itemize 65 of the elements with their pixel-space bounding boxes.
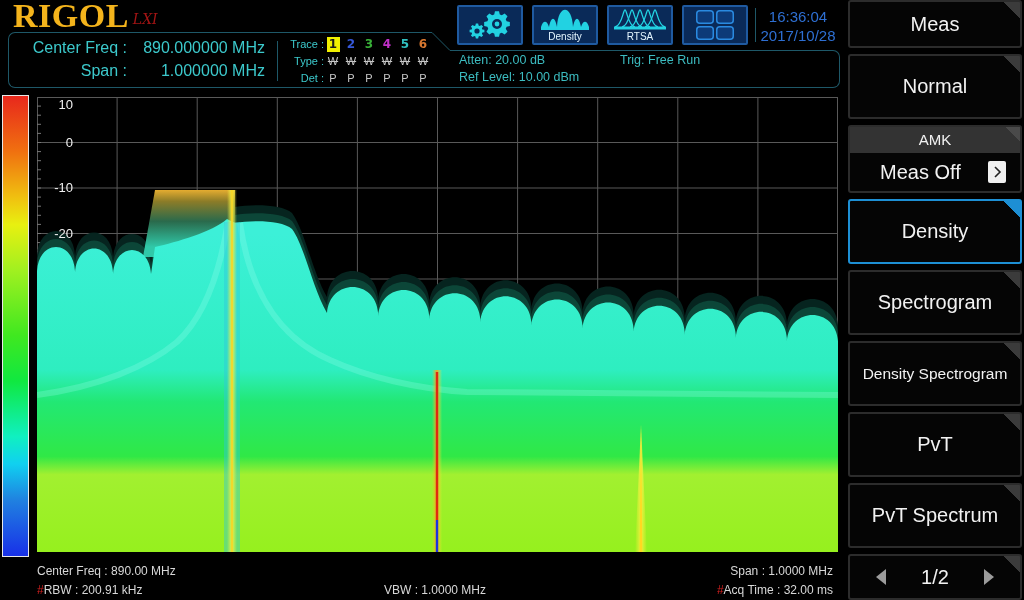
trace-label: Trace : (289, 37, 324, 52)
setting-text: Trig: Free Run (620, 52, 701, 69)
triangle-left-icon[interactable] (876, 569, 886, 585)
status-setting: Center Freq : 890.00 MHz (37, 564, 176, 578)
trace-type: W (416, 54, 430, 69)
axis-label: 10 (57, 98, 73, 112)
rtsa-button[interactable]: RTSA (607, 5, 673, 45)
field-label: Center Freq : (31, 38, 127, 58)
softkey-button[interactable]: PvT (848, 412, 1022, 477)
manual-setting-mark: # (37, 583, 44, 597)
clock-time: 16:36:04 (768, 7, 828, 26)
trace-type: W (380, 54, 394, 69)
triangle-right-icon[interactable] (984, 569, 994, 585)
clock-date: 2017/10/28 (760, 26, 836, 45)
trace-detector: P (364, 71, 374, 86)
trace-detector: P (382, 71, 392, 86)
softkey-header: AMK (850, 127, 1020, 153)
detector-label: Det : (299, 71, 324, 86)
window-layout-button[interactable] (682, 5, 748, 45)
axis-label: -20 (53, 226, 73, 241)
trace-type: W (344, 54, 358, 69)
field-value: 890.000000 MHz (142, 38, 265, 58)
chevron-right-icon[interactable] (988, 161, 1006, 183)
gears-icon (468, 10, 512, 40)
status-setting: Span : 1.0000 MHz (730, 564, 833, 578)
trace-number[interactable]: 1 (326, 37, 340, 52)
density-button[interactable]: Density (532, 5, 598, 45)
softkey-button[interactable]: Density Spectrogram (848, 341, 1022, 406)
softkey-button[interactable]: PvT Spectrum (848, 483, 1022, 548)
type-label: Type : (293, 54, 324, 69)
softkey-button[interactable]: Normal (848, 54, 1022, 119)
trace-type: W (362, 54, 376, 69)
trace-detector: P (328, 71, 338, 86)
four-panes-icon (695, 9, 735, 41)
settings-button[interactable] (457, 5, 523, 45)
field-value: 1.000000 MHz (159, 61, 265, 81)
trace-detector: P (400, 71, 410, 86)
trace-detector: P (346, 71, 356, 86)
manual-setting-mark: # (716, 583, 724, 597)
softkey-button[interactable]: Density (848, 199, 1022, 264)
setting-text: Atten: 20.00 dB (459, 52, 547, 69)
trace-number[interactable]: 2 (344, 37, 358, 52)
brand-logo: RIGOL (13, 1, 129, 31)
trace-type: W (398, 54, 412, 69)
trace-number[interactable]: 5 (398, 37, 412, 52)
setting-text: Ref Level: 10.00 dBm (459, 69, 581, 86)
trace-number[interactable]: 6 (416, 37, 430, 52)
trace-type: W (326, 54, 340, 69)
field-label: Span : (79, 61, 127, 81)
trace-number[interactable]: 4 (380, 37, 394, 52)
status-setting: Acq Time : 32.00 ms (723, 583, 833, 597)
status-setting: VBW : 1.0000 MHz (383, 583, 486, 597)
trace-number[interactable]: 3 (362, 37, 376, 52)
logo-suffix-text: LXI (132, 11, 158, 27)
overlapping-peaks-icon (613, 8, 667, 30)
softkey-button[interactable]: Spectrogram (848, 270, 1022, 335)
axis-label: -10 (53, 181, 73, 195)
page-number: 1/2 (921, 565, 949, 589)
menu-title: Meas (848, 0, 1022, 48)
status-setting: RBW : 200.91 kHz (43, 583, 143, 597)
spectrum-lobes-icon (539, 8, 591, 30)
softkey-select[interactable]: AMK Meas Off (848, 125, 1022, 193)
trace-detector: P (418, 71, 428, 86)
axis-label: 0 (64, 135, 73, 150)
softkey-value: Meas Off (880, 160, 961, 184)
